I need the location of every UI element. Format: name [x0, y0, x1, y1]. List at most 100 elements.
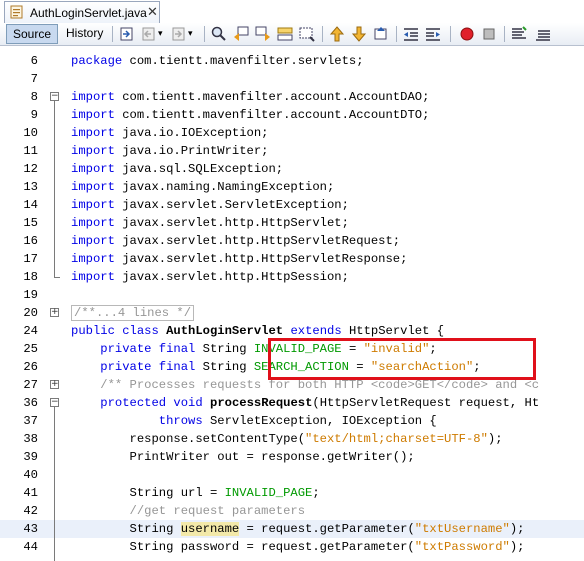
line-number: 38 [23, 432, 38, 446]
line-number: 12 [23, 162, 38, 176]
line-number: 40 [23, 468, 38, 482]
code-token: processRequest [210, 396, 313, 410]
code-line[interactable]: 9 import com.tientt.mavenfilter.account.A… [0, 106, 584, 124]
code-line[interactable]: 37 throws ServletException, IOException … [0, 412, 584, 430]
code-token: com.tientt.mavenfilter.account.AccountDT… [114, 108, 430, 122]
source-view-button[interactable]: Source [6, 24, 58, 44]
fold-guide-line [54, 101, 55, 277]
code-line[interactable]: 41 String url = INVALID_PAGE; [0, 484, 584, 502]
code-text: import java.io.PrintWriter; [71, 142, 268, 160]
keyword-token: import [71, 216, 115, 230]
code-line[interactable]: 18 import javax.servlet.http.HttpSession; [0, 268, 584, 286]
code-text: import javax.servlet.http.HttpServlet; [71, 214, 349, 232]
code-line[interactable]: 14 import javax.servlet.ServletException; [0, 196, 584, 214]
code-line[interactable]: 11 import java.io.PrintWriter; [0, 142, 584, 160]
tab-auth-login-servlet[interactable]: AuthLoginServlet.java ✕ [4, 1, 160, 23]
last-edit-icon[interactable] [118, 25, 136, 43]
find-icon[interactable] [210, 25, 228, 43]
keyword-token: import [71, 234, 115, 248]
back-icon[interactable] [140, 25, 158, 43]
code-line[interactable]: 36 − protected void processRequest(HttpSe… [0, 394, 584, 412]
code-line[interactable]: 13 import javax.naming.NamingException; [0, 178, 584, 196]
toolbar-separator [396, 26, 397, 42]
expand-fold-icon[interactable]: + [50, 308, 59, 317]
keyword-token: private final [100, 360, 196, 374]
code-text: package com.tientt.mavenfilter.servlets; [71, 52, 364, 70]
tab-label: AuthLoginServlet.java [30, 6, 147, 20]
code-token: HttpServlet { [341, 324, 445, 338]
code-text: response.setContentType("text/html;chars… [71, 430, 503, 448]
keyword-token: import [71, 270, 115, 284]
code-token: javax.servlet.http.HttpServletRequest; [114, 234, 401, 248]
code-line[interactable]: 6 package com.tientt.mavenfilter.servlets… [0, 52, 584, 70]
code-token: com.tientt.mavenfilter.account.AccountDA… [114, 90, 430, 104]
code-token: java.io.IOException; [114, 126, 269, 140]
toolbar-separator [112, 26, 113, 42]
code-text: import javax.servlet.ServletException; [71, 196, 349, 214]
comment-icon[interactable] [510, 25, 528, 43]
code-line[interactable]: 40 [0, 466, 584, 484]
code-text: /**...4 lines */ [71, 304, 195, 322]
expand-fold-icon[interactable]: + [50, 380, 59, 389]
code-line[interactable]: 42 //get request parameters [0, 502, 584, 520]
field-token: INVALID_PAGE [224, 486, 313, 500]
close-tab-icon[interactable]: ✕ [147, 4, 158, 20]
history-view-button[interactable]: History [60, 24, 106, 44]
code-line[interactable]: 15 import javax.servlet.http.HttpServlet; [0, 214, 584, 232]
previous-bookmark-icon[interactable] [328, 25, 346, 43]
stop-macro-icon[interactable] [480, 25, 498, 43]
collapse-fold-icon[interactable]: − [50, 398, 59, 407]
code-line[interactable]: 10 import java.io.IOException; [0, 124, 584, 142]
code-token: javax.servlet.http.HttpSession; [114, 270, 349, 284]
code-token: javax.servlet.http.HttpServlet; [114, 216, 349, 230]
line-number: 14 [23, 198, 38, 212]
code-line[interactable]: 7 [0, 70, 584, 88]
code-line[interactable]: 16 import javax.servlet.http.HttpServletR… [0, 232, 584, 250]
code-line[interactable]: 12 import java.sql.SQLException; [0, 160, 584, 178]
line-number: 20 [23, 306, 38, 320]
code-line[interactable]: 20 + /**...4 lines */ [0, 304, 584, 322]
find-previous-icon[interactable] [232, 25, 250, 43]
back-dropdown-icon[interactable]: ▾ [158, 24, 163, 44]
code-text: String username = request.getParameter("… [71, 520, 524, 538]
code-text: String url = INVALID_PAGE; [71, 484, 320, 502]
forward-icon[interactable] [170, 25, 188, 43]
code-text: import java.sql.SQLException; [71, 160, 283, 178]
code-line[interactable]: 17 import javax.servlet.http.HttpServletR… [0, 250, 584, 268]
forward-dropdown-icon[interactable]: ▾ [188, 24, 193, 44]
code-token: java.io.PrintWriter; [114, 144, 269, 158]
shift-left-icon[interactable] [402, 25, 420, 43]
code-line[interactable]: 8 − import com.tientt.mavenfilter.account.… [0, 88, 584, 106]
code-text: throws ServletException, IOException { [71, 412, 437, 430]
code-token: String password = request.getParameter( [71, 540, 415, 554]
code-line[interactable]: 44 String password = request.getParamete… [0, 538, 584, 556]
code-line[interactable]: 19 [0, 286, 584, 304]
code-line[interactable]: 43 String username = request.getParamete… [0, 520, 584, 538]
shift-right-icon[interactable] [424, 25, 442, 43]
string-token: "txtUsername" [414, 522, 510, 536]
line-number: 9 [30, 108, 38, 122]
code-line[interactable]: 39 PrintWriter out = response.getWriter(… [0, 448, 584, 466]
find-selection-icon[interactable] [276, 25, 294, 43]
toolbar-separator [204, 26, 205, 42]
line-number: 27 [23, 378, 38, 392]
toggle-bookmark-icon[interactable] [372, 25, 390, 43]
start-macro-icon[interactable] [458, 25, 476, 43]
highlighted-identifier: username [180, 522, 240, 536]
java-file-icon [10, 5, 23, 19]
line-number: 37 [23, 414, 38, 428]
next-bookmark-icon[interactable] [350, 25, 368, 43]
uncomment-icon[interactable] [534, 25, 552, 43]
code-text: import java.io.IOException; [71, 124, 268, 142]
editor-toolbar: Source History ▾ ▾ [0, 23, 584, 46]
code-text: import com.tientt.mavenfilter.account.Ac… [71, 106, 429, 124]
code-token: javax.naming.NamingException; [114, 180, 335, 194]
keyword-token: import [71, 108, 115, 122]
code-line[interactable]: 38 response.setContentType("text/html;ch… [0, 430, 584, 448]
toggle-highlight-icon[interactable] [298, 25, 316, 43]
find-next-icon[interactable] [254, 25, 272, 43]
collapse-fold-icon[interactable]: − [50, 92, 59, 101]
